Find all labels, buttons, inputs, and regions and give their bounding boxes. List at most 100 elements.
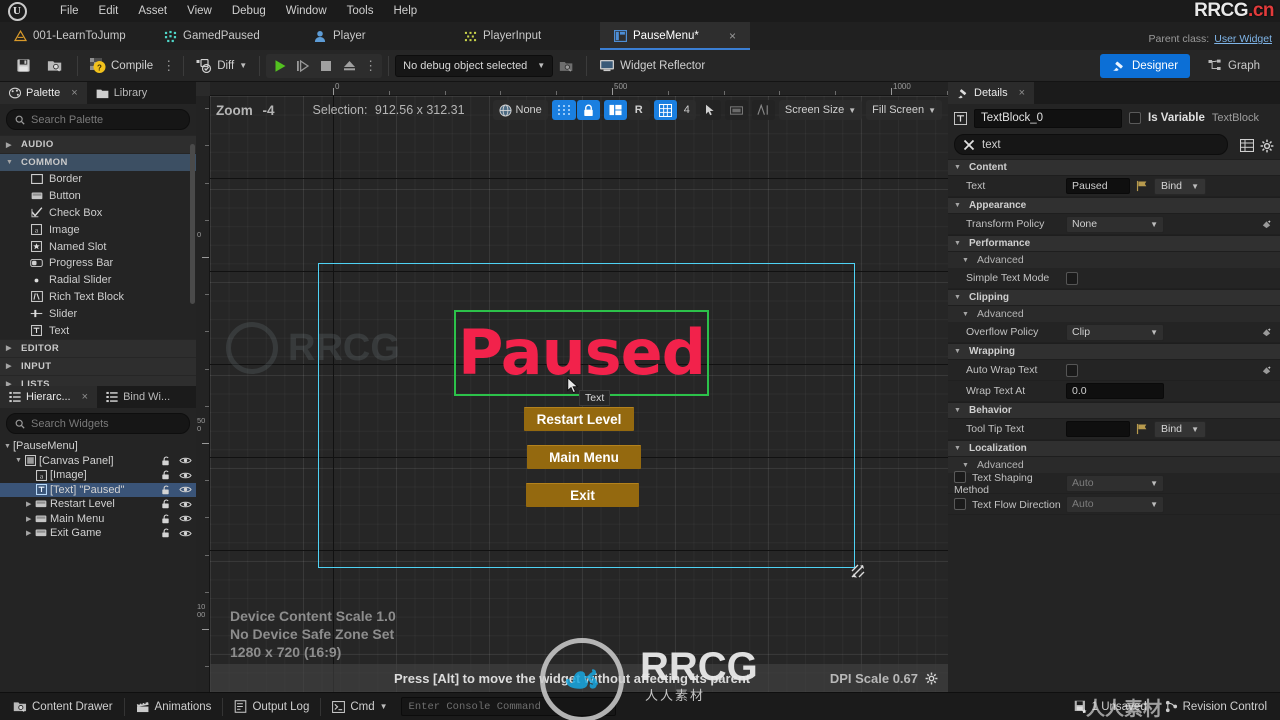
flag-icon[interactable] (1136, 180, 1148, 192)
stop-button[interactable] (315, 55, 337, 77)
close-icon[interactable]: × (1019, 87, 1025, 99)
asset-tab-gamedpaused[interactable]: GamedPaused (150, 22, 300, 50)
menu-item-debug[interactable]: Debug (222, 2, 276, 20)
chevron-down-icon[interactable]: ▼ (954, 445, 963, 452)
eye-icon[interactable] (179, 500, 192, 509)
compile-button[interactable]: ? Compile (84, 54, 159, 78)
unsaved-button[interactable]: 1 Unsaved (1065, 696, 1156, 718)
text-bind-button[interactable]: Bind ▼ (1154, 177, 1206, 195)
browse-content-button[interactable] (39, 54, 71, 78)
lock-toggle[interactable] (576, 100, 600, 120)
asset-tab-player[interactable]: Player (300, 22, 450, 50)
parent-class-link[interactable]: User Widget (1214, 33, 1272, 45)
chevron-down-icon[interactable]: ▼ (15, 457, 24, 464)
output-log-button[interactable]: Output Log (225, 696, 318, 718)
chevron-right-icon[interactable]: ▶ (26, 529, 35, 537)
reset-icon[interactable] (1261, 365, 1272, 376)
details-subsection-advanced[interactable]: ▼ Advanced (948, 306, 1280, 322)
hierarchy-tab-hierarc[interactable]: Hierarc... × (0, 386, 98, 408)
cursor-tool-button[interactable] (699, 100, 721, 120)
menu-item-edit[interactable]: Edit (89, 2, 129, 20)
reset-to-default-button[interactable] (1261, 365, 1272, 376)
palette-tab-palette[interactable]: Palette × (0, 82, 87, 104)
chevron-down-icon[interactable]: ▼ (954, 294, 963, 301)
outline-tool-button[interactable] (724, 100, 748, 120)
reset-icon[interactable] (1261, 327, 1272, 338)
chevron-down-icon[interactable]: ▼ (6, 159, 15, 166)
chevron-down-icon[interactable]: ▼ (954, 164, 963, 171)
debug-object-select[interactable]: No debug object selected ▼ (395, 54, 554, 77)
eye-icon[interactable] (179, 514, 192, 523)
reset-icon[interactable] (1261, 219, 1272, 230)
exit-button[interactable]: Exit (526, 483, 639, 507)
palette-item-progress-bar[interactable]: Progress Bar (0, 255, 196, 272)
details-section-clipping[interactable]: ▼ Clipping (948, 289, 1280, 306)
text-shaping-method-dropdown[interactable]: Auto ▼ (1066, 474, 1164, 492)
content-drawer-button[interactable]: Content Drawer (4, 696, 122, 718)
asset-tab-pausemenu[interactable]: PauseMenu* × (600, 22, 750, 50)
menu-item-asset[interactable]: Asset (128, 2, 177, 20)
hierarchy-row[interactable]: ▶ Restart Level (0, 497, 196, 512)
override-checkbox[interactable] (954, 470, 966, 483)
details-section-wrapping[interactable]: ▼ Wrapping (948, 343, 1280, 360)
eye-icon[interactable] (179, 471, 192, 480)
palette-item-rich-text-block[interactable]: Rich Text Block (0, 289, 196, 306)
compile-options-button[interactable]: ⋮ (159, 58, 177, 74)
diff-button[interactable]: Diff ▼ (190, 54, 253, 78)
menu-item-file[interactable]: File (50, 2, 89, 20)
text-input[interactable]: Paused (1066, 178, 1130, 194)
palette-category-editor[interactable]: ▶ EDITOR (0, 338, 196, 357)
columns-icon[interactable] (1240, 139, 1254, 152)
chevron-down-icon[interactable]: ▼ (954, 240, 963, 247)
graph-mode-button[interactable]: Graph (1196, 54, 1272, 78)
step-button[interactable] (292, 55, 314, 77)
hierarchy-row[interactable]: ▼ [Canvas Panel] (0, 454, 196, 469)
snapping-toggle[interactable] (551, 100, 576, 120)
rotate-toggle[interactable]: R (627, 100, 650, 120)
alignment-tool-button[interactable] (751, 100, 775, 120)
chevron-right-icon[interactable]: ▶ (6, 344, 15, 352)
play-options-button[interactable]: ⋮ (361, 58, 379, 74)
revision-control-button[interactable]: Revision Control (1156, 696, 1276, 718)
hierarchy-tab-bindwi[interactable]: Bind Wi... (97, 386, 180, 408)
hierarchy-search-input[interactable]: Search Widgets (6, 413, 190, 434)
palette-tab-library[interactable]: Library (86, 82, 157, 104)
unreal-logo-icon[interactable]: U (0, 0, 34, 22)
menu-item-help[interactable]: Help (384, 2, 428, 20)
is-variable-checkbox[interactable] (1129, 112, 1141, 124)
unlock-icon[interactable] (161, 456, 172, 466)
palette-item-image[interactable]: a Image (0, 221, 196, 238)
details-section-performance[interactable]: ▼ Performance (948, 235, 1280, 252)
x-icon[interactable] (963, 139, 975, 151)
play-button[interactable] (269, 55, 291, 77)
close-icon[interactable]: × (711, 29, 736, 43)
cmd-button[interactable]: Cmd ▼ (323, 696, 396, 718)
designer-mode-button[interactable]: Designer (1100, 53, 1191, 78)
details-section-behavior[interactable]: ▼ Behavior (948, 402, 1280, 419)
overflow-policy-dropdown[interactable]: Clip ▼ (1066, 323, 1164, 341)
reset-to-default-button[interactable] (1261, 327, 1272, 338)
asset-tab-001learntojump[interactable]: 001-LearnToJump (0, 22, 150, 50)
palette-item-button[interactable]: Button (0, 188, 196, 205)
close-icon[interactable]: × (71, 87, 77, 99)
chevron-down-icon[interactable]: ▼ (962, 462, 971, 469)
unlock-icon[interactable] (161, 528, 172, 538)
menu-item-window[interactable]: Window (276, 2, 337, 20)
asset-tab-playerinput[interactable]: PlayerInput (450, 22, 600, 50)
tool-tip-text-input[interactable] (1066, 421, 1130, 437)
chevron-down-icon[interactable]: ▼ (4, 443, 13, 450)
eject-button[interactable] (338, 55, 360, 77)
localize-flag-button[interactable] (1136, 423, 1148, 435)
palette-item-named-slot[interactable]: Named Slot (0, 238, 196, 255)
flag-icon[interactable] (1136, 423, 1148, 435)
chevron-right-icon[interactable]: ▶ (26, 515, 35, 523)
grid-toggle[interactable] (653, 100, 677, 120)
localization-preview-button[interactable]: None (492, 100, 548, 120)
design-canvas[interactable]: RRCG Paused Text Restart Level Main Menu… (210, 96, 948, 692)
menu-item-view[interactable]: View (177, 2, 222, 20)
hierarchy-row[interactable]: ▼ [PauseMenu] (0, 439, 196, 454)
chevron-down-icon[interactable]: ▼ (954, 407, 963, 414)
text-flow-direction-dropdown[interactable]: Auto ▼ (1066, 495, 1164, 513)
animations-button[interactable]: Animations (127, 696, 221, 718)
unlock-icon[interactable] (161, 499, 172, 509)
